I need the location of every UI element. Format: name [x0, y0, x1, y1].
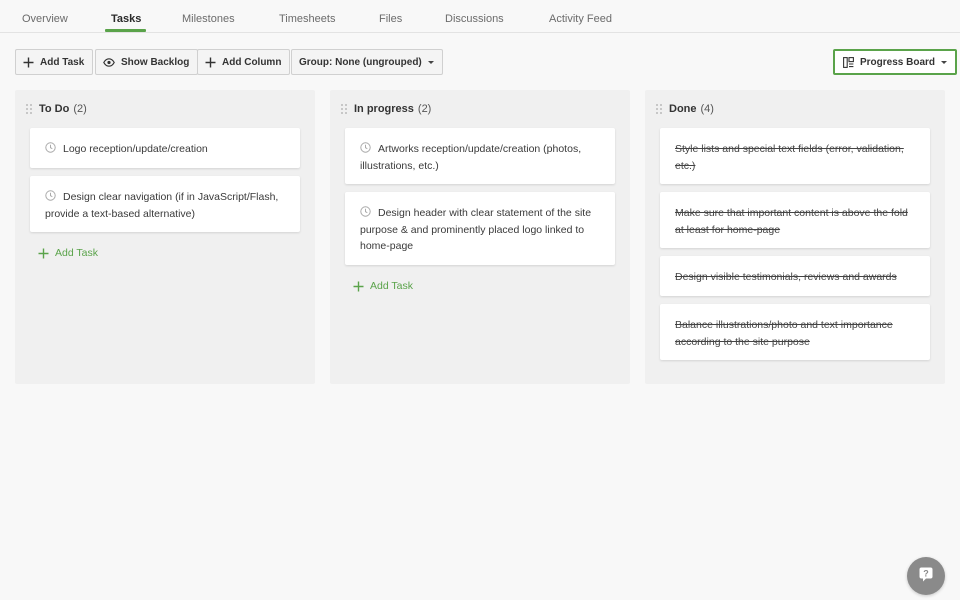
- column-done: Done (4) Style lists and special text fi…: [645, 90, 945, 384]
- plus-icon: [38, 248, 49, 259]
- task-card[interactable]: Design clear navigation (if in JavaScrip…: [30, 176, 300, 232]
- plus-icon: [353, 281, 364, 292]
- task-card[interactable]: Artworks reception/update/creation (phot…: [345, 128, 615, 184]
- show-backlog-button[interactable]: Show Backlog: [95, 49, 199, 75]
- progress-board-label: Progress Board: [860, 56, 936, 68]
- plus-icon: [23, 57, 34, 68]
- clock-icon: [360, 206, 371, 217]
- clock-icon: [45, 142, 56, 153]
- task-card-text: Style lists and special text fields (err…: [675, 143, 904, 172]
- active-tab-indicator: [105, 29, 146, 32]
- tab-bar: Overview Tasks Milestones Timesheets Fil…: [0, 0, 960, 33]
- column-header[interactable]: To Do (2): [26, 103, 87, 115]
- task-card-text: Design header with clear statement of th…: [360, 207, 592, 252]
- add-task-link-label: Add Task: [370, 280, 413, 292]
- show-backlog-label: Show Backlog: [121, 56, 190, 68]
- chevron-down-icon: [941, 60, 948, 64]
- column-header[interactable]: In progress (2): [341, 103, 431, 115]
- column-count: (2): [73, 103, 87, 115]
- task-card-completed[interactable]: Balance illustrations/photo and text imp…: [660, 304, 930, 360]
- add-task-link-label: Add Task: [55, 247, 98, 259]
- tab-discussions[interactable]: Discussions: [445, 0, 504, 33]
- grip-icon[interactable]: [656, 104, 662, 114]
- clock-icon: [45, 190, 56, 201]
- column-title: In progress: [354, 103, 414, 115]
- add-task-label: Add Task: [40, 56, 85, 68]
- tab-milestones[interactable]: Milestones: [182, 0, 235, 33]
- grip-icon[interactable]: [26, 104, 32, 114]
- task-card-text: Logo reception/update/creation: [63, 143, 208, 155]
- task-card-completed[interactable]: Make sure that important content is abov…: [660, 192, 930, 248]
- clock-icon: [360, 142, 371, 153]
- task-card-completed[interactable]: Style lists and special text fields (err…: [660, 128, 930, 184]
- tab-files[interactable]: Files: [379, 0, 402, 33]
- add-task-link[interactable]: Add Task: [38, 247, 98, 259]
- task-card-text: Design clear navigation (if in JavaScrip…: [45, 191, 279, 220]
- svg-text:?: ?: [923, 568, 929, 578]
- task-card-text: Make sure that important content is abov…: [675, 207, 908, 236]
- plus-icon: [205, 57, 216, 68]
- column-title: Done: [669, 103, 697, 115]
- group-dropdown-label: Group: None (ungrouped): [299, 56, 422, 68]
- add-task-link[interactable]: Add Task: [353, 280, 413, 292]
- tab-timesheets[interactable]: Timesheets: [279, 0, 335, 33]
- add-column-label: Add Column: [222, 56, 282, 68]
- task-card[interactable]: Logo reception/update/creation: [30, 128, 300, 168]
- column-title: To Do: [39, 103, 70, 115]
- chevron-down-icon: [427, 60, 434, 64]
- question-icon: ?: [918, 566, 934, 587]
- progress-board-dropdown[interactable]: Progress Board: [833, 49, 958, 75]
- column-in-progress: In progress (2) Artworks reception/updat…: [330, 90, 630, 384]
- eye-icon: [103, 57, 115, 67]
- tab-activity-feed[interactable]: Activity Feed: [549, 0, 612, 33]
- add-column-button[interactable]: Add Column: [197, 49, 291, 75]
- task-card-completed[interactable]: Design visible testimonials, reviews and…: [660, 256, 930, 296]
- column-count: (4): [700, 103, 714, 115]
- help-button[interactable]: ?: [907, 557, 945, 595]
- add-task-button[interactable]: Add Task: [15, 49, 94, 75]
- task-card-text: Design visible testimonials, reviews and…: [675, 271, 897, 283]
- task-card-text: Balance illustrations/photo and text imp…: [675, 319, 893, 348]
- group-dropdown[interactable]: Group: None (ungrouped): [291, 49, 443, 75]
- column-count: (2): [417, 103, 432, 115]
- grip-icon[interactable]: [341, 104, 347, 114]
- column-to-do: To Do (2) Logo reception/update/creation…: [15, 90, 315, 384]
- column-header[interactable]: Done (4): [656, 103, 714, 115]
- task-card[interactable]: Design header with clear statement of th…: [345, 192, 615, 265]
- task-card-text: Artworks reception/update/creation (phot…: [360, 143, 582, 172]
- board-icon: [843, 56, 854, 68]
- tab-overview[interactable]: Overview: [22, 0, 68, 33]
